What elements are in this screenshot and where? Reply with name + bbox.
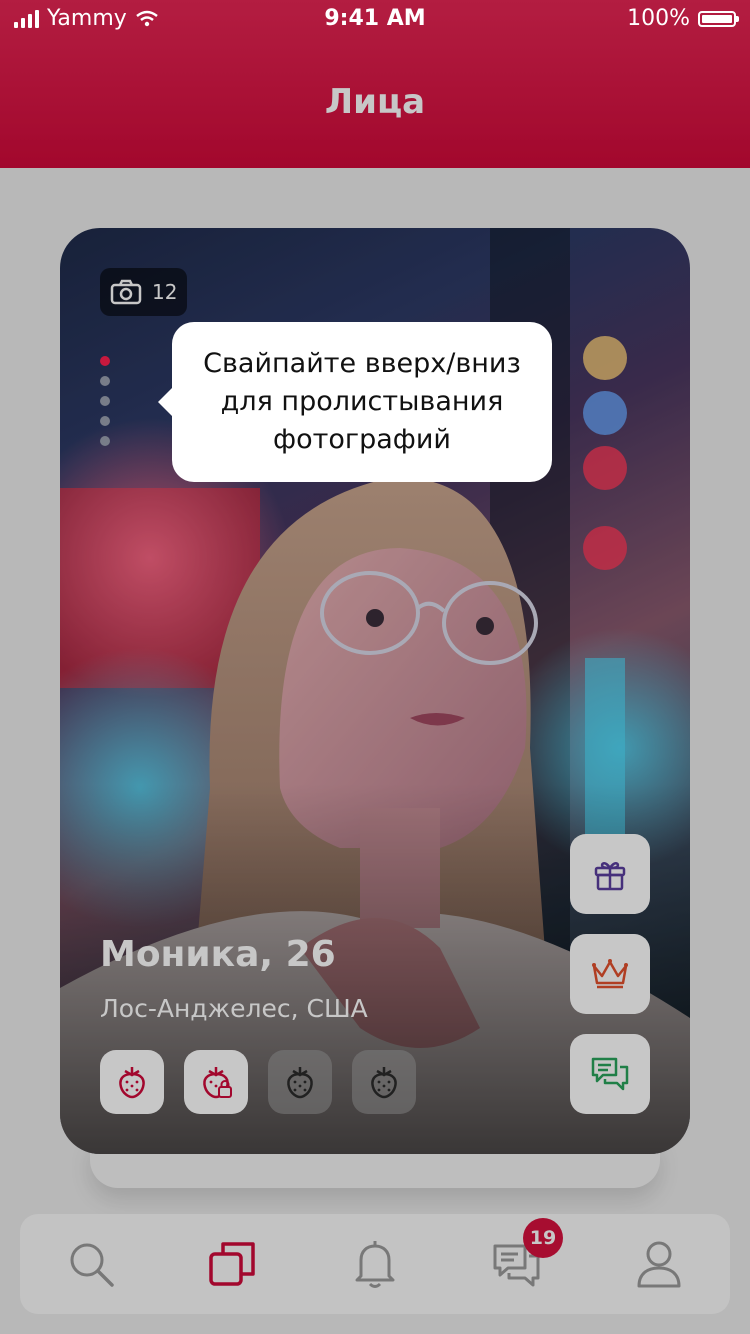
pager-dot <box>100 376 110 386</box>
strawberry-lock-icon <box>203 1067 232 1099</box>
tab-faces[interactable] <box>193 1224 273 1304</box>
send-gift-button[interactable] <box>570 834 650 914</box>
chat-icon <box>591 1057 629 1091</box>
strawberry-rating <box>100 1050 416 1114</box>
bottom-tab-bar: 19 <box>20 1214 730 1314</box>
chat-button[interactable] <box>570 1034 650 1114</box>
page-title: Лица <box>324 82 426 122</box>
tab-profile[interactable] <box>619 1224 699 1304</box>
photo-pager[interactable] <box>100 356 110 446</box>
profile-icon <box>637 1241 681 1288</box>
strawberry-locked-button[interactable] <box>184 1050 248 1114</box>
tab-notifications[interactable] <box>335 1224 415 1304</box>
battery-info: 100% <box>627 6 739 31</box>
bell-icon <box>355 1241 395 1288</box>
camera-icon <box>110 279 142 305</box>
photo-count-badge[interactable]: 12 <box>100 268 188 316</box>
strawberry-icon <box>119 1067 145 1099</box>
battery-percent: 100% <box>627 6 690 31</box>
gift-icon <box>594 862 626 891</box>
strawberry-icon <box>371 1067 397 1099</box>
strawberry-empty <box>352 1050 416 1114</box>
pager-dot <box>100 396 110 406</box>
pager-dot <box>100 416 110 426</box>
search-icon <box>70 1243 114 1287</box>
swipe-hint-tooltip[interactable]: Свайпайте вверх/вниз для пролистывания ф… <box>158 322 552 482</box>
battery-icon <box>698 10 739 27</box>
tab-search[interactable] <box>51 1224 131 1304</box>
strawberry-icon <box>287 1067 313 1099</box>
tooltip-text: Свайпайте вверх/вниз для пролистывания ф… <box>203 348 521 455</box>
unread-badge: 19 <box>523 1218 563 1258</box>
pager-dot <box>100 436 110 446</box>
status-bar: Yammy 9:41 AM 100% <box>0 0 750 40</box>
profile-name: Моника, 26 <box>100 934 336 975</box>
cards-icon <box>209 1242 255 1286</box>
strawberry-empty <box>268 1050 332 1114</box>
crown-button[interactable] <box>570 934 650 1014</box>
profile-actions <box>570 834 650 1114</box>
strawberry-button[interactable] <box>100 1050 164 1114</box>
tab-messages[interactable]: 19 <box>477 1218 563 1304</box>
crown-icon <box>592 959 628 989</box>
pager-dot-active <box>100 356 110 366</box>
profile-location: Лос-Анджелес, США <box>100 994 368 1023</box>
photo-count: 12 <box>152 280 178 304</box>
